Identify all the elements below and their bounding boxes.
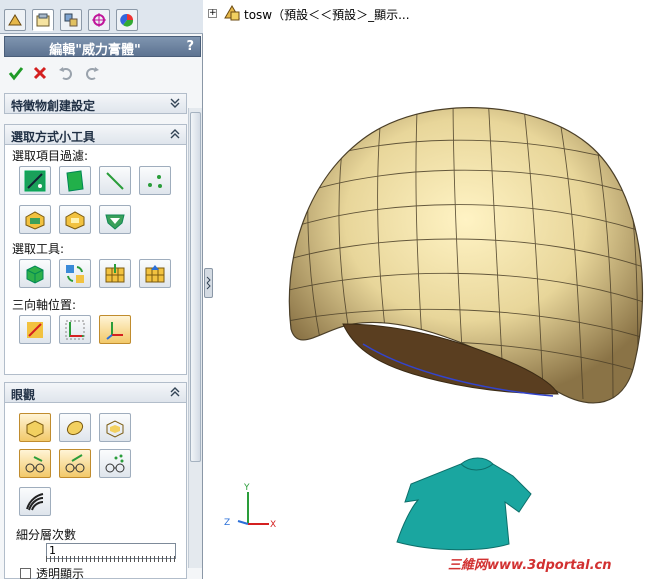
display-smooth-button[interactable] — [59, 413, 91, 442]
triad-z-label: Z — [224, 518, 230, 528]
part-icon — [224, 5, 240, 21]
subdivision-body[interactable] — [273, 89, 663, 404]
tree-expand-button[interactable]: + — [208, 9, 217, 18]
app-window: 編輯"威力膏體" ? 特徵物創建設定 選取方式小工具 選取項目過濾: 選取工具:… — [0, 0, 671, 579]
triad-x-label: X — [270, 520, 276, 530]
select-body-button[interactable] — [19, 259, 51, 288]
filter-edge-vertex-icon — [24, 170, 46, 191]
filter-points-icon — [148, 174, 162, 188]
section-feature-settings[interactable]: 特徵物創建設定 — [4, 93, 187, 114]
triad-icon — [65, 320, 85, 339]
chevron-up-icon — [170, 387, 180, 397]
section-display-label: 眼觀 — [11, 388, 36, 402]
triad-icon — [106, 321, 123, 340]
tab-dimxpert[interactable] — [88, 9, 110, 31]
section-feature-settings-label: 特徵物創建設定 — [11, 99, 96, 113]
panel-title-bar: 編輯"威力膏體" ? — [4, 36, 201, 58]
transparent-checkbox[interactable] — [20, 568, 31, 579]
display-cage-button[interactable] — [99, 413, 131, 442]
ok-check-icon — [8, 67, 24, 81]
view-triad: Y X Z — [224, 483, 276, 530]
triad-y-label: Y — [243, 483, 250, 493]
help-button[interactable]: ? — [186, 39, 194, 54]
triad-position-c-button[interactable] — [99, 315, 131, 344]
ok-button[interactable] — [6, 63, 26, 83]
filter-body-b-button[interactable] — [59, 205, 91, 234]
panel-splitter-handle[interactable] — [204, 268, 213, 298]
triad-position-a-button[interactable] — [19, 315, 51, 344]
panel-scrollbar[interactable] — [188, 108, 202, 568]
glasses-icon — [65, 453, 85, 472]
filter-line-icon — [106, 171, 124, 190]
scrollbar-thumb[interactable] — [190, 112, 201, 462]
tree-root-label[interactable]: tosw（預設＜＜預設＞_顯示... — [244, 6, 410, 23]
display-zebra-button[interactable] — [19, 487, 51, 516]
section-selection-tools-label: 選取方式小工具 — [11, 130, 96, 144]
panel-title: 編輯"威力膏體" — [49, 43, 141, 58]
redo-icon — [86, 67, 99, 80]
filter-faces-button[interactable] — [59, 166, 91, 195]
display-box-button[interactable] — [19, 413, 51, 442]
filter-body-a-button[interactable] — [19, 205, 51, 234]
cancel-button[interactable] — [30, 63, 50, 83]
tab-feature-tree[interactable] — [4, 9, 26, 31]
body-filter-icon — [105, 214, 125, 230]
section-display[interactable]: 眼觀 — [4, 382, 187, 403]
subdivision-label: 細分層次數 — [16, 528, 77, 542]
tab-display-manager[interactable] — [116, 9, 138, 31]
cage-display-icon — [106, 419, 124, 438]
property-manager-icon — [36, 13, 50, 27]
body-filter-icon — [25, 210, 45, 230]
selection-filter-label: 選取項目過濾: — [12, 149, 89, 163]
filter-face-icon — [66, 169, 84, 192]
glasses-icon — [105, 454, 125, 472]
filter-vertices-button[interactable] — [139, 166, 171, 195]
grid-swap-icon — [66, 264, 84, 283]
box-display-icon — [26, 419, 44, 438]
filter-edges-button[interactable] — [19, 166, 51, 195]
transparent-label: 透明顯示 — [36, 567, 85, 579]
watermark-text: 三維网www.3dportal.cn — [448, 558, 612, 573]
display-glasses-a-button[interactable] — [19, 449, 51, 478]
filter-lines-button[interactable] — [99, 166, 131, 195]
action-bar — [4, 60, 201, 86]
grip-icon — [206, 276, 211, 290]
chevron-down-icon — [170, 98, 180, 108]
triad-position-b-button[interactable] — [59, 315, 91, 344]
triad-label: 三向軸位置: — [12, 298, 77, 312]
undo-icon — [59, 67, 72, 80]
display-manager-icon — [120, 13, 134, 27]
feature-tree-icon — [8, 14, 22, 26]
grid-grow-icon — [105, 263, 125, 282]
select-shrink-button[interactable] — [139, 259, 171, 288]
graphics-viewport[interactable]: Y X Z — [213, 24, 671, 579]
select-loop-button[interactable] — [59, 259, 91, 288]
zebra-stripes-icon — [26, 492, 44, 510]
smooth-display-icon — [66, 420, 84, 435]
dimxpert-icon — [92, 13, 106, 27]
chevron-up-icon — [170, 129, 180, 139]
display-glasses-c-button[interactable] — [99, 449, 131, 478]
grid-shrink-icon — [145, 264, 165, 282]
manager-tabs — [0, 0, 203, 34]
section-selection-tools[interactable]: 選取方式小工具 — [4, 124, 187, 145]
display-glasses-b-button[interactable] — [59, 449, 91, 478]
filter-body-c-button[interactable] — [99, 205, 131, 234]
selection-tools-label: 選取工具: — [12, 242, 65, 256]
cube-icon — [26, 264, 44, 284]
cancel-x-icon — [33, 66, 47, 80]
redo-button[interactable] — [82, 63, 102, 83]
tab-configuration-manager[interactable] — [60, 9, 82, 31]
tab-property-manager[interactable] — [32, 9, 54, 31]
triad-icon — [27, 321, 43, 338]
glasses-icon — [25, 455, 45, 472]
body-filter-icon — [65, 210, 85, 230]
undo-button[interactable] — [56, 63, 76, 83]
select-grow-button[interactable] — [99, 259, 131, 288]
subdivision-slider-ticks[interactable] — [46, 556, 176, 562]
shirt-object[interactable] — [396, 457, 532, 551]
property-manager-panel: 編輯"威力膏體" ? 特徵物創建設定 選取方式小工具 選取項目過濾: 選取工具:… — [0, 0, 203, 579]
configuration-manager-icon — [64, 13, 78, 27]
feature-tree-flyout: + tosw（預設＜＜預設＞_顯示... — [206, 4, 671, 24]
